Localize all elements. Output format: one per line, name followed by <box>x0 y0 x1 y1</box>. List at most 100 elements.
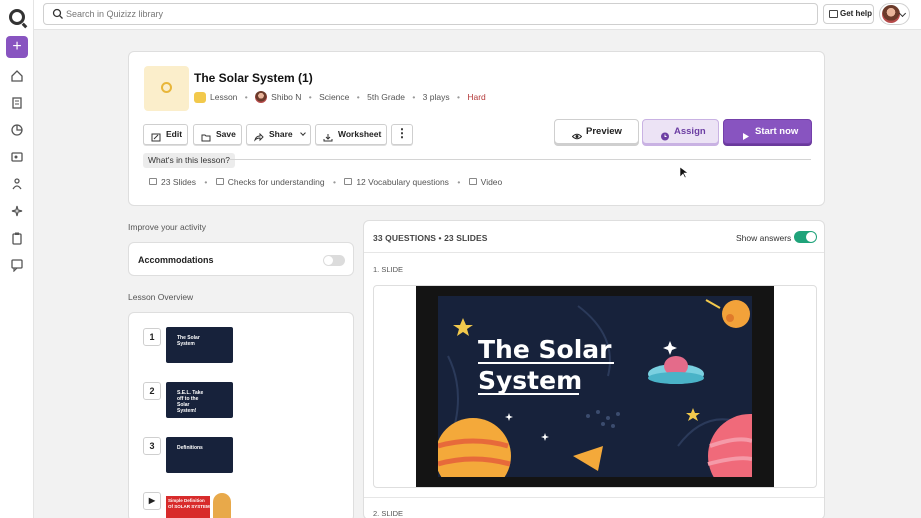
divider <box>229 159 811 160</box>
worksheet-label: Worksheet <box>338 129 382 139</box>
save-button[interactable]: Save <box>193 124 242 145</box>
lesson-type-icon <box>194 91 206 103</box>
slide-title-line1: The Solar <box>478 335 612 364</box>
top-bar: Get help <box>34 0 921 30</box>
improve-heading: Improve your activity <box>128 222 206 232</box>
lesson-header-card: The Solar System (1) Lesson • Shibo N • … <box>128 51 825 206</box>
mouse-cursor-icon <box>680 167 688 179</box>
reports-icon[interactable] <box>10 123 24 137</box>
search-box[interactable] <box>43 3 818 25</box>
start-now-button[interactable]: Start now <box>723 119 812 144</box>
clock-icon <box>660 127 670 141</box>
author-avatar <box>255 91 268 103</box>
accommodations-toggle[interactable] <box>323 255 345 266</box>
assign-label: Assign <box>674 126 706 137</box>
slide-image: The Solar System <box>416 286 774 487</box>
feedback-icon[interactable] <box>10 258 24 273</box>
lesson-title: The Solar System (1) <box>194 71 313 85</box>
worksheet-button[interactable]: Worksheet <box>315 124 387 145</box>
clipboard-icon[interactable] <box>10 231 24 245</box>
share-icon <box>254 130 264 142</box>
get-help-button[interactable]: Get help <box>823 4 874 24</box>
search-icon <box>52 8 63 19</box>
accommodations-label: Accommodations <box>138 255 214 265</box>
video-icon <box>468 178 477 186</box>
overview-slide-thumbnail[interactable]: The Solar System <box>166 327 233 363</box>
sidebar: + <box>0 0 34 518</box>
slides-icon <box>149 178 157 186</box>
slide-title-line2: System <box>478 366 582 395</box>
show-answers-label: Show answers <box>736 233 792 243</box>
overview-heading: Lesson Overview <box>128 292 194 302</box>
checks-label: Checks for understanding <box>227 176 325 187</box>
accommodations-icon[interactable] <box>10 177 24 191</box>
lesson-thumbnail <box>144 66 189 111</box>
search-input[interactable] <box>66 7 806 21</box>
lesson-type: Lesson <box>210 92 238 102</box>
quizizz-q-icon <box>161 82 172 93</box>
grade: 5th Grade <box>367 92 405 102</box>
edit-button[interactable]: Edit <box>143 124 188 145</box>
accommodations-card: Accommodations <box>128 242 354 276</box>
slide-number-label: 1. SLIDE <box>373 265 404 274</box>
plays-count: 3 plays <box>422 92 450 102</box>
more-options-button[interactable]: ⋮ <box>391 124 413 145</box>
preview-button[interactable]: Preview <box>554 119 639 144</box>
subject: Science <box>319 92 350 102</box>
eye-icon <box>571 127 583 140</box>
questions-panel: 33 QUESTIONS • 23 SLIDES Show answers 1.… <box>363 220 825 518</box>
edit-label: Edit <box>166 129 183 139</box>
chevron-down-icon <box>898 9 907 18</box>
assign-button[interactable]: Assign <box>642 119 719 144</box>
preview-label: Preview <box>586 126 622 137</box>
lesson-meta: Lesson • Shibo N • Science • 5th Grade •… <box>194 91 486 105</box>
classes-icon[interactable] <box>10 150 24 164</box>
video-item-icon: ▶ <box>143 492 161 510</box>
divider <box>364 497 824 498</box>
lesson-overview-card: 1 The Solar System 2 S.E.L. Take off to … <box>128 312 354 518</box>
chevron-down-icon <box>300 130 306 136</box>
download-icon <box>323 130 333 142</box>
get-help-label: Get help <box>840 9 873 18</box>
share-label: Share <box>269 129 293 139</box>
overview-item-number: 3 <box>143 437 161 455</box>
slides-count: 23 Slides <box>161 176 196 187</box>
start-now-label: Start now <box>755 126 799 137</box>
pencil-icon <box>151 130 161 142</box>
ai-sparkle-icon[interactable] <box>10 204 24 218</box>
thumb-text: Definitions <box>177 445 203 451</box>
overview-video-thumbnail[interactable]: Simple Definition Of SOLAR SYSTEM <box>166 492 233 518</box>
video-thumb-text: Simple Definition Of SOLAR SYSTEM <box>168 498 210 509</box>
home-icon[interactable] <box>10 69 24 83</box>
vocabulary-icon <box>344 178 353 186</box>
thumb-text: The Solar System <box>177 335 200 347</box>
folder-icon <box>201 130 211 142</box>
quizizz-logo-icon[interactable] <box>9 9 25 25</box>
vocab-count: 12 Vocabulary questions <box>356 176 449 187</box>
overview-item-number: 2 <box>143 382 161 400</box>
questions-summary: 33 QUESTIONS • 23 SLIDES <box>373 233 488 243</box>
solar-system-illustration: The Solar System <box>438 296 752 477</box>
library-icon[interactable] <box>10 96 24 110</box>
lesson-contents: 23 Slides • Checks for understanding • 1… <box>149 176 502 187</box>
video-label: Video <box>480 176 503 187</box>
author-name[interactable]: Shibo N <box>271 92 301 102</box>
show-answers-toggle[interactable] <box>794 231 817 243</box>
slide-preview[interactable]: The Solar System <box>373 285 817 488</box>
overview-item-number: 1 <box>143 328 161 346</box>
avatar <box>882 5 900 23</box>
save-label: Save <box>216 129 236 139</box>
thumb-text: S.E.L. Take off to the Solar System! <box>177 390 204 414</box>
overview-slide-thumbnail[interactable]: Definitions <box>166 437 233 473</box>
account-menu[interactable] <box>879 3 910 25</box>
share-button[interactable]: Share <box>246 124 311 145</box>
difficulty-label: Hard <box>467 92 486 102</box>
divider <box>364 252 824 253</box>
check-icon <box>215 178 224 186</box>
help-chat-icon <box>829 10 838 18</box>
overview-slide-thumbnail[interactable]: S.E.L. Take off to the Solar System! <box>166 382 233 418</box>
slide-number-label: 2. SLIDE <box>373 509 404 518</box>
play-icon <box>741 127 751 140</box>
whats-in-lesson-label: What's in this lesson? <box>143 153 235 168</box>
create-button[interactable]: + <box>6 36 28 58</box>
